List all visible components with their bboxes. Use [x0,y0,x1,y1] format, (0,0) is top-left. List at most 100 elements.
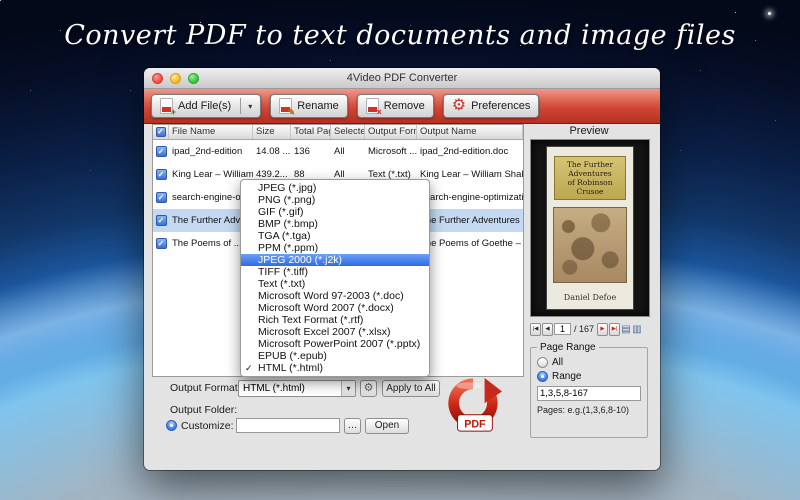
cell-output-name: King Lear – William Shakes... [417,169,523,180]
format-menu-item[interactable]: EPUB (*.epub) [241,350,429,362]
row-checkbox[interactable]: ✓ [156,146,167,157]
format-menu-item[interactable]: GIF (*.gif) [241,206,429,218]
toolbar: + Add File(s) ▾ ✎ Rename × Remove ⚙ Pref… [144,89,660,124]
remove-label: Remove [384,100,425,112]
check-icon: ✓ [158,194,165,202]
column-header-output-format[interactable]: Output Forma [365,125,417,139]
last-page-button[interactable]: ▶| [609,323,620,336]
format-menu-item[interactable]: TIFF (*.tiff) [241,266,429,278]
row-checkbox[interactable]: ✓ [156,215,167,226]
next-page-button[interactable]: ▶ [597,323,608,336]
check-icon: ✓ [245,362,258,374]
column-header-size[interactable]: Size [253,125,291,139]
first-page-icon: |◀ [533,326,539,332]
titlebar[interactable]: 4Video PDF Converter [144,68,660,89]
customize-radio[interactable] [166,420,177,431]
format-menu-item-label: HTML (*.html) [258,362,323,374]
cell-selected: All [331,146,365,157]
thumbnail-view-icon[interactable]: ▤ [621,323,631,336]
book-title-line1: The Further Adventures [557,160,623,178]
book-author: Daniel Defoe [564,293,616,302]
add-files-label: Add File(s) [178,100,231,112]
output-format-label: Output Format: [170,382,241,394]
format-menu-item[interactable]: Rich Text Format (*.rtf) [241,314,429,326]
cell-size: 14.08 ... [253,146,291,157]
format-menu-item[interactable]: BMP (*.bmp) [241,218,429,230]
book-title-line2: of Robinson Crusoe [557,178,623,196]
format-menu-item[interactable]: Microsoft Word 2007 (*.docx) [241,302,429,314]
format-menu-item-checked[interactable]: ✓ HTML (*.html) [241,362,429,374]
table-row[interactable]: ✓ ipad_2nd-edition 14.08 ... 136 All Mic… [153,140,523,163]
output-format-value: HTML (*.html) [239,381,341,396]
check-icon: ✓ [158,240,165,248]
check-icon: ✓ [158,148,165,156]
cell-output-format: Microsoft ... [365,146,417,157]
tagline: Convert PDF to text documents and image … [0,20,800,51]
current-page-input[interactable] [554,323,571,335]
add-files-button[interactable]: + Add File(s) ▾ [151,94,261,118]
browse-button[interactable]: … [344,418,361,434]
cell-total-pages: 136 [291,146,331,157]
format-menu-item[interactable]: Microsoft PowerPoint 2007 (*.pptx) [241,338,429,350]
preview-navigation: |◀ ◀ / 167 ▶ ▶| ▤ ▥ [530,322,650,336]
rename-button[interactable]: ✎ Rename [270,94,348,118]
output-format-select[interactable]: HTML (*.html) ▾ [238,380,356,397]
cell-file-name: ipad_2nd-edition [169,146,253,157]
all-pages-radio[interactable] [537,357,548,368]
preferences-label: Preferences [471,100,530,112]
pdf-converter-emblem: PDF [444,376,502,438]
book-cover-preview: The Further Adventures of Robinson Cruso… [546,146,634,310]
format-menu-item[interactable]: Microsoft Excel 2007 (*.xlsx) [241,326,429,338]
row-checkbox[interactable]: ✓ [156,238,167,249]
book-title: The Further Adventures of Robinson Cruso… [554,156,626,200]
pdf-rename-icon: ✎ [279,98,292,114]
chevron-down-icon[interactable]: ▾ [248,102,252,111]
stars-decoration [0,0,1,1]
output-folder-label: Output Folder: [170,404,237,416]
preview-pane: The Further Adventures of Robinson Cruso… [530,139,650,317]
row-checkbox[interactable]: ✓ [156,169,167,180]
page-view-icon[interactable]: ▥ [632,323,642,336]
column-header-selected[interactable]: Selected [331,125,365,139]
format-menu-item[interactable]: JPEG (*.jpg) [241,182,429,194]
row-checkbox[interactable]: ✓ [156,192,167,203]
app-window: 4Video PDF Converter + Add File(s) ▾ ✎ R… [144,68,660,470]
preview-panel-label: Preview [528,125,650,137]
window-title: 4Video PDF Converter [144,72,660,84]
button-divider [240,98,241,114]
tool-icon: ⚙ [364,382,374,394]
first-page-button[interactable]: |◀ [530,323,541,336]
apply-to-all-button[interactable]: Apply to All [382,380,440,397]
page-range-legend: Page Range [537,342,599,353]
last-page-icon: ▶| [612,326,618,332]
range-label: Range [552,371,581,382]
format-menu-item-highlighted[interactable]: JPEG 2000 (*.j2k) [241,254,429,266]
cell-output-name: The Poems of Goethe – Joh... [417,238,523,249]
format-menu-item[interactable]: Microsoft Word 97-2003 (*.doc) [241,290,429,302]
open-button[interactable]: Open [365,418,409,434]
select-all-checkbox[interactable]: ✓ [156,127,166,137]
remove-button[interactable]: × Remove [357,94,434,118]
format-menu-item[interactable]: PPM (*.ppm) [241,242,429,254]
output-folder-input[interactable] [236,418,340,433]
cell-output-name: The Further Adventures of ... [417,215,523,226]
previous-page-icon: ◀ [545,326,549,332]
check-icon: ✓ [158,217,165,225]
preferences-button[interactable]: ⚙ Preferences [443,94,540,118]
page-range-input[interactable] [537,386,641,401]
book-cover-map-image [553,207,627,283]
format-menu-item[interactable]: PNG (*.png) [241,194,429,206]
pdf-add-icon: + [160,98,173,114]
format-menu-item[interactable]: Text (*.txt) [241,278,429,290]
column-header-total-pages[interactable]: Total Pag [291,125,331,139]
gear-icon: ⚙ [452,98,466,114]
customize-label: Customize: [181,420,234,432]
range-radio[interactable] [537,371,548,382]
column-header-output-name[interactable]: Output Name [417,125,523,139]
total-pages-label: / 167 [572,324,596,334]
column-header-file-name[interactable]: File Name [169,125,253,139]
previous-page-button[interactable]: ◀ [542,323,553,336]
format-settings-button[interactable]: ⚙ [360,380,377,397]
rename-label: Rename [297,100,339,112]
format-menu-item[interactable]: TGA (*.tga) [241,230,429,242]
